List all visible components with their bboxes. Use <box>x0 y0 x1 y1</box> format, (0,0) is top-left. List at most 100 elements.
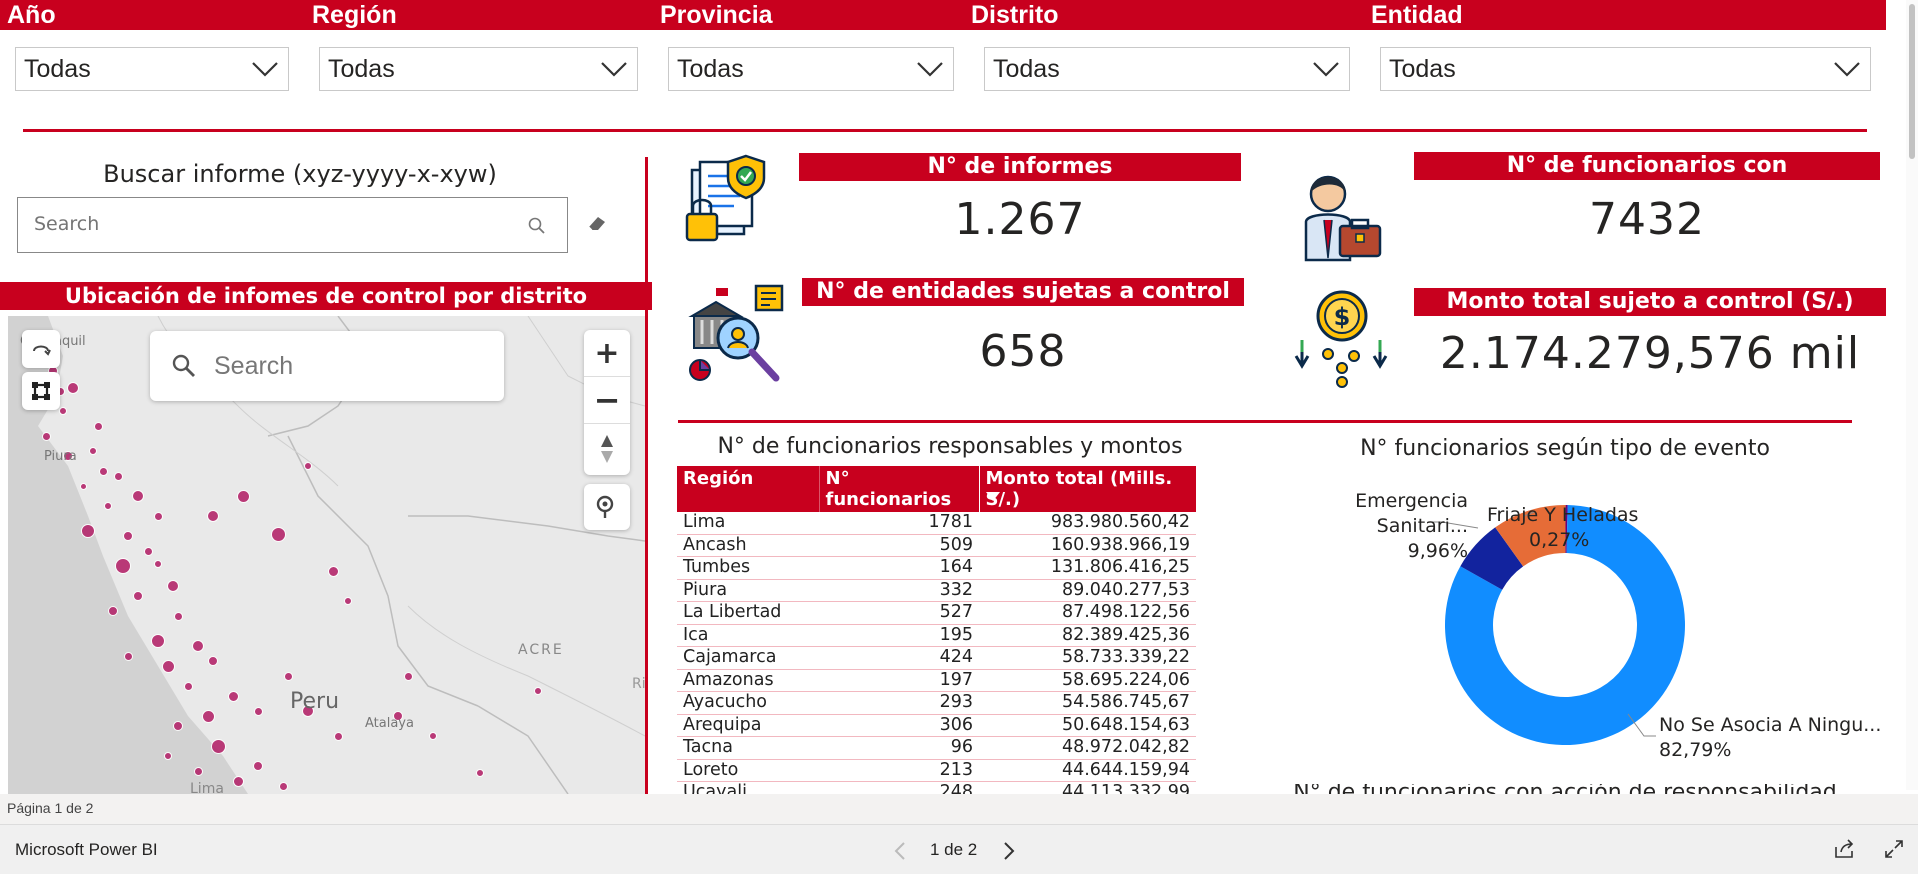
map-location-dot[interactable] <box>183 681 193 691</box>
map-location-dot[interactable] <box>210 738 226 754</box>
report-security-icon <box>685 154 766 242</box>
map-location-dot[interactable] <box>104 502 112 510</box>
fullscreen-icon[interactable] <box>1884 839 1904 859</box>
kpi-monto-value: 2.174.279,576 mil <box>1439 328 1861 379</box>
map-location-dot[interactable] <box>253 761 263 771</box>
map-location-dot[interactable] <box>236 489 250 503</box>
map-location-dot[interactable] <box>173 611 183 621</box>
table-row[interactable]: Lima 1781 983.980.560,42 <box>677 512 1196 535</box>
map-location-dot[interactable] <box>132 490 144 502</box>
table-row[interactable]: Ica 195 82.389.425,36 <box>677 624 1196 647</box>
table-row[interactable]: Ancash 509 160.938.966,19 <box>677 534 1196 557</box>
region-dropdown[interactable]: Todas <box>319 47 638 91</box>
map-location-dot[interactable] <box>270 526 286 542</box>
map-location-dot[interactable] <box>133 591 143 601</box>
table-row[interactable]: La Libertad 527 87.498.122,56 <box>677 601 1196 625</box>
map-location-dot[interactable] <box>333 731 343 741</box>
map-location-dot[interactable] <box>167 580 179 592</box>
cell-monto: 89.040.277,53 <box>979 579 1196 602</box>
cell-funcionarios: 424 <box>819 646 979 670</box>
map-location-dot[interactable] <box>304 462 312 470</box>
map-location-dot[interactable] <box>227 690 239 702</box>
table-row[interactable]: Cajamarca 424 58.733.339,22 <box>677 646 1196 670</box>
map-location-dot[interactable] <box>59 407 67 415</box>
zoom-in-button[interactable]: + <box>584 330 630 377</box>
map-location-dot[interactable] <box>344 597 352 605</box>
map-location-dot[interactable] <box>67 382 79 394</box>
map-location-dot[interactable] <box>192 640 204 652</box>
search-report-input[interactable] <box>32 212 516 236</box>
map-location-dot[interactable] <box>534 687 542 695</box>
chevron-down-icon <box>1313 62 1339 77</box>
map-location-dot[interactable] <box>153 511 163 521</box>
previous-page-icon[interactable] <box>894 841 906 861</box>
slice-label-emergencia-pct: 9,96% <box>1407 540 1468 562</box>
map-rotate-button[interactable] <box>22 330 60 368</box>
map-location-dot[interactable] <box>79 482 87 490</box>
map-location-dot[interactable] <box>154 560 162 568</box>
map-location-dot[interactable] <box>207 510 219 522</box>
year-dropdown[interactable]: Todas <box>15 47 289 91</box>
zoom-out-button[interactable]: − <box>584 377 630 424</box>
map-search-box[interactable]: Search <box>150 331 504 401</box>
next-page-icon[interactable] <box>1003 841 1015 861</box>
map-location-dot[interactable] <box>161 659 175 673</box>
column-header-funcionarios[interactable]: N° funcionarios <box>819 466 980 512</box>
map-location-dot[interactable] <box>278 781 288 791</box>
map-location-dot[interactable] <box>208 656 218 666</box>
search-report-box[interactable] <box>17 197 568 253</box>
map-location-dot[interactable] <box>476 769 484 777</box>
table-row[interactable]: Amazonas 197 58.695.224,06 <box>677 669 1196 692</box>
map-location-dot[interactable] <box>283 671 293 681</box>
map-location-dot[interactable] <box>89 447 97 455</box>
cell-region: Tumbes <box>677 556 819 580</box>
map-location-dot[interactable] <box>151 634 165 648</box>
map-location-dot[interactable] <box>173 721 183 731</box>
district-dropdown[interactable]: Todas <box>984 47 1350 91</box>
map-location-dot[interactable] <box>98 466 108 476</box>
map-location-dot[interactable] <box>232 775 244 787</box>
table-row[interactable]: Piura 332 89.040.277,53 <box>677 579 1196 602</box>
map-location-dot[interactable] <box>327 565 339 577</box>
table-row[interactable]: Tacna 96 48.972.042,82 <box>677 736 1196 760</box>
table-row[interactable]: Ucayali 248 44.113.332,99 <box>677 781 1196 794</box>
map-location-dot[interactable] <box>115 558 131 574</box>
map-location-dot[interactable] <box>123 651 133 661</box>
map-location-dot[interactable] <box>164 752 172 760</box>
map-location-dot[interactable] <box>113 471 123 481</box>
entity-dropdown[interactable]: Todas <box>1380 47 1871 91</box>
compass-button[interactable] <box>584 424 630 474</box>
eraser-icon[interactable] <box>586 213 608 233</box>
map-location-dot[interactable] <box>143 546 153 556</box>
table-row[interactable]: Loreto 213 44.644.159,94 <box>677 759 1196 782</box>
table-row[interactable]: Ayacucho 293 54.586.745,67 <box>677 691 1196 715</box>
slice-label-emergencia: Emergencia Sanitari... 9,96% <box>1262 489 1468 564</box>
map-location-dot[interactable] <box>193 766 203 776</box>
map-select-button[interactable] <box>22 372 60 410</box>
scrollbar-thumb[interactable] <box>1909 4 1915 159</box>
province-dropdown[interactable]: Todas <box>668 47 954 91</box>
map-location-dot[interactable] <box>81 524 95 538</box>
table-row[interactable]: Arequipa 306 50.648.154,63 <box>677 714 1196 737</box>
filter-header-year: Año <box>0 0 248 30</box>
map-label-lima: Lima <box>190 781 224 794</box>
map-location-dot[interactable] <box>41 431 51 441</box>
responsables-table-wrap[interactable]: Región N° funcionarios Monto total (Mill… <box>677 466 1198 794</box>
map-location-dot[interactable] <box>108 606 118 616</box>
map-location-dot[interactable] <box>429 732 437 740</box>
map-location-dot[interactable] <box>201 709 215 723</box>
table-row[interactable]: Tumbes 164 131.806.416,25 <box>677 556 1196 580</box>
map-locate-button[interactable] <box>584 484 630 530</box>
cell-funcionarios: 248 <box>819 781 979 794</box>
page-scrollbar[interactable] <box>1906 0 1918 790</box>
map-location-dot[interactable] <box>123 531 133 541</box>
map-visual[interactable]: Guayaquil Piura ACRE Peru Atalaya Lima R… <box>8 316 645 794</box>
map-location-dot[interactable] <box>93 421 103 431</box>
chevron-down-icon <box>1834 62 1860 77</box>
slice-label-friaje: Friaje Y Heladas 0,27% <box>1487 503 1657 553</box>
map-location-dot[interactable] <box>253 706 263 716</box>
share-icon[interactable] <box>1834 839 1856 859</box>
column-header-region[interactable]: Región <box>677 466 820 512</box>
map-location-dot[interactable] <box>403 671 413 681</box>
column-header-monto[interactable]: Monto total (Mills. S/.) <box>979 466 1197 512</box>
